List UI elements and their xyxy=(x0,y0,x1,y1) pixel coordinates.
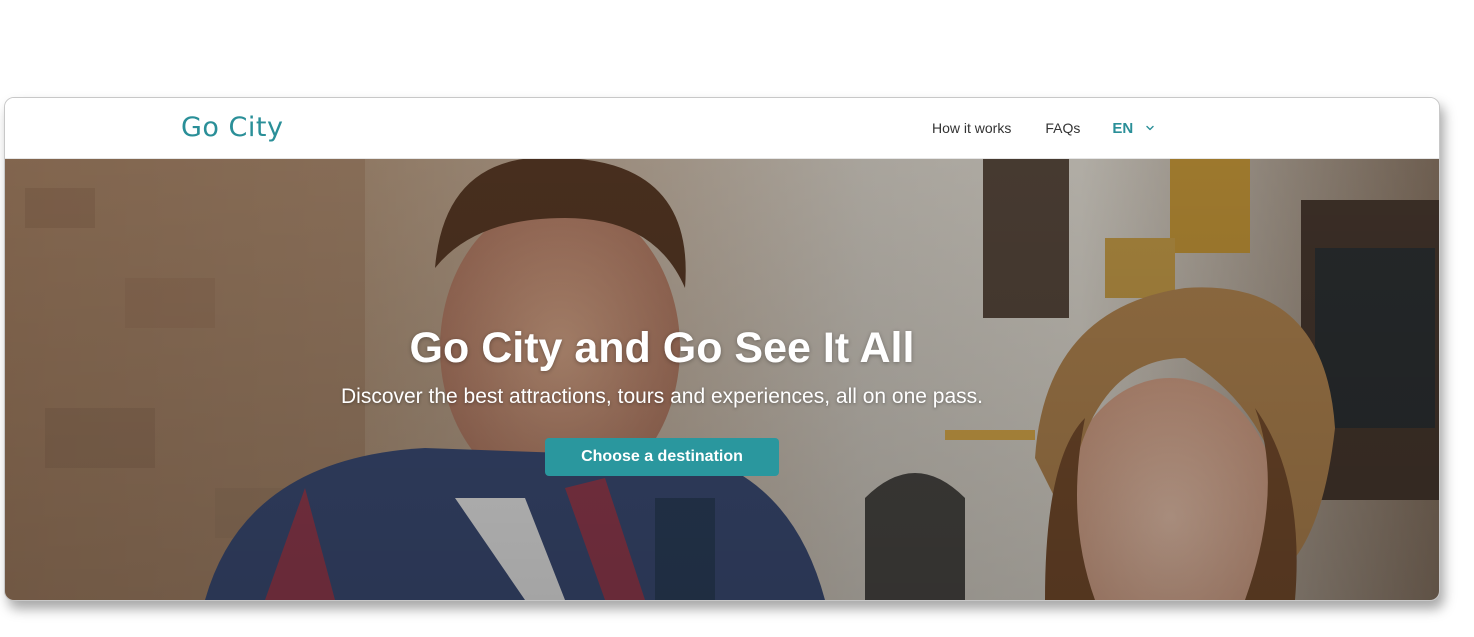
nav-link-faqs[interactable]: FAQs xyxy=(1045,120,1080,136)
site-header: Go City How it works FAQs EN xyxy=(5,98,1439,159)
go-city-logo[interactable]: Go City xyxy=(181,110,283,144)
hero-title: Go City and Go See It All xyxy=(409,324,915,372)
chevron-down-icon xyxy=(1145,123,1155,133)
choose-destination-button[interactable]: Choose a destination xyxy=(545,438,779,476)
browser-window: Go City How it works FAQs EN Go City and… xyxy=(4,97,1440,601)
nav-link-how-it-works[interactable]: How it works xyxy=(932,120,1011,136)
hero-banner: Go City and Go See It All Discover the b… xyxy=(5,158,1439,600)
hero-content: Go City and Go See It All Discover the b… xyxy=(5,158,1439,600)
hero-subtitle: Discover the best attractions, tours and… xyxy=(340,385,984,408)
logo-text: Go City xyxy=(181,111,284,143)
language-selector[interactable]: EN xyxy=(1112,120,1155,137)
language-label: EN xyxy=(1112,119,1134,137)
main-nav: How it works FAQs EN xyxy=(932,98,1155,158)
